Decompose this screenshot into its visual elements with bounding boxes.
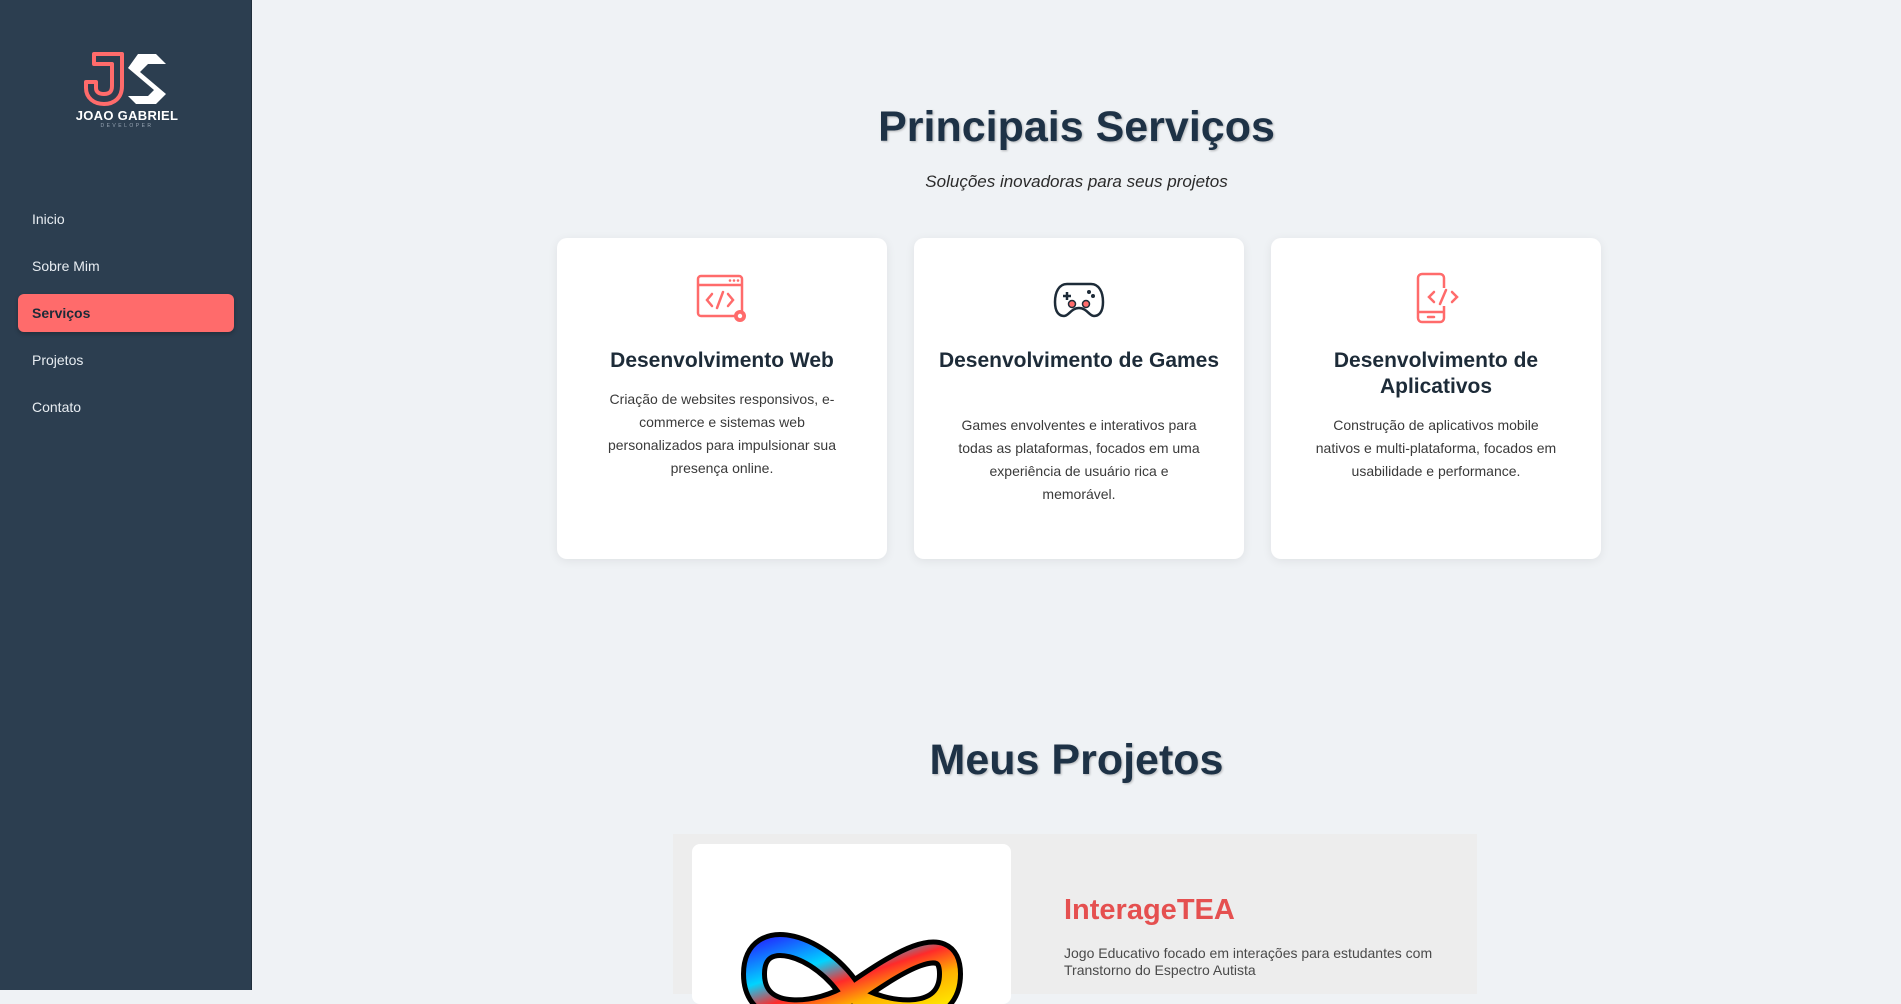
service-card-title: Desenvolvimento de Games <box>938 349 1220 372</box>
service-card-web[interactable]: Desenvolvimento Web Criação de websites … <box>557 238 887 559</box>
nav-item-servicos[interactable]: Serviços <box>18 294 234 332</box>
nav-item-sobre-mim[interactable]: Sobre Mim <box>18 247 234 285</box>
projects-title: Meus Projetos <box>929 736 1224 784</box>
nav-item-contato[interactable]: Contato <box>18 388 234 426</box>
sidebar: JOAO GABRIEL DEVELOPER Inicio Sobre Mim … <box>0 0 252 990</box>
brand-name: JOAO GABRIEL <box>75 108 179 123</box>
services-subtitle: Soluções inovadoras para seus projetos <box>925 172 1228 191</box>
web-code-icon <box>696 274 746 322</box>
project-title[interactable]: InterageTEA <box>1064 894 1235 927</box>
project-description: Jogo Educativo focado em interações para… <box>1064 945 1433 978</box>
logo-monogram-icon <box>84 52 166 106</box>
gamepad-icon <box>1053 282 1105 318</box>
brand-tagline: DEVELOPER <box>100 123 154 129</box>
nav-item-inicio[interactable]: Inicio <box>18 200 234 238</box>
nav-item-projetos[interactable]: Projetos <box>18 341 234 379</box>
brand-logo[interactable]: JOAO GABRIEL DEVELOPER <box>72 50 182 134</box>
service-card-title: Desenvolvimento Web <box>610 349 834 372</box>
main-content: Principais Serviços Soluções inovadoras … <box>252 0 1901 1004</box>
services-title: Principais Serviços <box>878 103 1275 151</box>
service-card-title: Desenvolvimento de Aplicativos <box>1333 349 1539 398</box>
service-card-description: Criação de websites responsivos, e-comme… <box>607 391 837 476</box>
mobile-code-icon <box>1416 272 1462 324</box>
service-card-description: Games envolventes e interativos para tod… <box>958 417 1200 502</box>
service-card-description: Construção de aplicativos mobile nativos… <box>1315 417 1557 479</box>
service-card-apps[interactable]: Desenvolvimento de Aplicativos Construçã… <box>1271 238 1601 559</box>
project-image[interactable] <box>692 844 1011 1004</box>
service-card-games[interactable]: Desenvolvimento de Games Games envolvent… <box>914 238 1244 559</box>
sidebar-nav: Inicio Sobre Mim Serviços Projetos Conta… <box>18 200 234 435</box>
rainbow-infinity-icon <box>740 932 964 1004</box>
